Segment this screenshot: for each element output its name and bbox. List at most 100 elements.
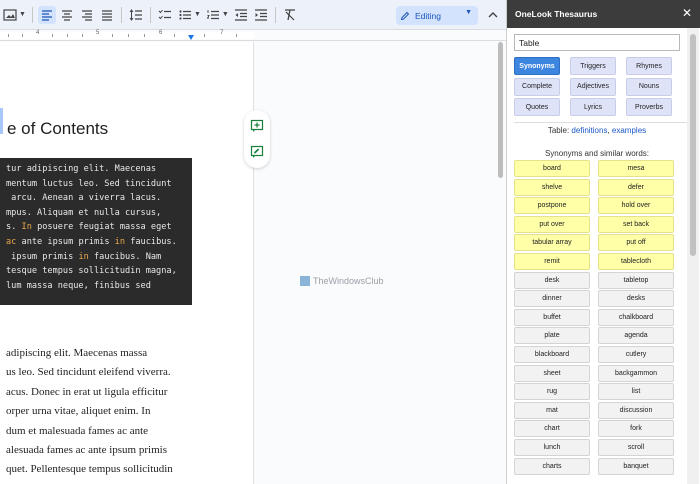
- synonym-word[interactable]: board: [514, 160, 590, 177]
- decrease-indent-icon: [234, 8, 247, 21]
- mode-button-adjectives[interactable]: Adjectives: [570, 77, 616, 96]
- synonym-word[interactable]: charts: [514, 457, 590, 475]
- justify-button[interactable]: [98, 6, 116, 24]
- code-line: lum massa neque, finibus sed: [6, 279, 192, 294]
- synonym-word[interactable]: sheet: [514, 364, 590, 382]
- code-text: mpus. Aliquam et nulla cursus,: [6, 207, 162, 218]
- ruler-tick: [8, 34, 9, 37]
- code-text: tesque tempus sollicitudin magna,: [6, 266, 177, 277]
- mode-button-rhymes[interactable]: Rhymes: [626, 57, 672, 75]
- synonym-word[interactable]: scroll: [598, 439, 674, 456]
- table-links: Table: definitions, examples: [507, 126, 687, 135]
- body-line: adipiscing elit. Maecenas massa: [6, 347, 148, 359]
- examples-link[interactable]: examples: [612, 126, 646, 135]
- code-line: tur adipiscing elit. Maecenas: [6, 162, 192, 177]
- synonym-word[interactable]: plate: [514, 327, 590, 345]
- synonym-word[interactable]: postpone: [514, 197, 590, 215]
- decrease-indent-button[interactable]: [232, 6, 250, 24]
- synonym-word[interactable]: tablecloth: [598, 253, 674, 270]
- chevron-up-icon[interactable]: [486, 8, 500, 22]
- clear-formatting-button[interactable]: [281, 6, 299, 24]
- mode-button-quotes[interactable]: Quotes: [514, 98, 560, 116]
- synonym-word[interactable]: hold over: [598, 197, 674, 215]
- code-text: posuere feugiat massa eget: [31, 222, 172, 233]
- synonyms-title: Synonyms and similar words:: [544, 149, 650, 158]
- synonym-word[interactable]: agenda: [598, 327, 674, 345]
- panel-scrollbar[interactable]: [687, 28, 699, 484]
- numbered-list-button[interactable]: [204, 6, 222, 24]
- chevron-down-icon[interactable]: ▼: [222, 11, 229, 18]
- code-block[interactable]: tur adipiscing elit. Maecenas mentum luct…: [0, 158, 192, 305]
- close-icon[interactable]: ✕: [682, 7, 692, 19]
- document-scrollbar-thumb[interactable]: [498, 42, 503, 178]
- clear-formatting-icon: [284, 8, 295, 20]
- align-left-button[interactable]: [37, 5, 56, 24]
- synonym-word[interactable]: banquet: [598, 457, 674, 475]
- checklist-button[interactable]: [156, 6, 174, 24]
- chevron-down-icon[interactable]: ▼: [194, 11, 201, 18]
- mode-button-triggers[interactable]: Triggers: [570, 57, 616, 75]
- synonym-word[interactable]: dinner: [514, 290, 590, 308]
- synonym-word[interactable]: rug: [514, 383, 590, 401]
- synonym-word[interactable]: mat: [514, 401, 590, 419]
- ruler[interactable]: 4 5 6 7: [0, 30, 506, 41]
- synonym-word[interactable]: fork: [598, 420, 674, 438]
- mode-button-nouns[interactable]: Nouns: [626, 77, 672, 96]
- synonym-word[interactable]: desk: [514, 271, 590, 289]
- increase-indent-button[interactable]: [252, 6, 270, 24]
- insert-image-button[interactable]: [1, 6, 19, 24]
- chevron-down-icon[interactable]: ▼: [19, 11, 26, 18]
- synonym-word[interactable]: tabular array: [514, 234, 590, 252]
- body-text[interactable]: adipiscing elit. Maecenas massa us leo. S…: [6, 344, 254, 480]
- synonym-word[interactable]: list: [598, 383, 674, 401]
- synonym-word[interactable]: set back: [598, 215, 674, 233]
- thesaurus-search-input[interactable]: [514, 34, 680, 51]
- code-line: tesque tempus sollicitudin magna,: [6, 264, 192, 279]
- page-heading[interactable]: e of Contents: [7, 119, 108, 139]
- heading-outline-marker: [0, 108, 3, 134]
- synonym-word[interactable]: desks: [598, 290, 674, 308]
- editing-mode-dropdown[interactable]: Editing ▼: [396, 6, 478, 25]
- panel-scrollbar-thumb[interactable]: [690, 34, 696, 256]
- mode-button-proverbs[interactable]: Proverbs: [626, 98, 672, 116]
- ruler-number: 4: [36, 30, 40, 36]
- synonym-word[interactable]: tabletop: [598, 271, 674, 289]
- synonym-word[interactable]: blackboard: [514, 346, 590, 363]
- document-scrollbar[interactable]: [497, 42, 504, 484]
- synonym-word[interactable]: mesa: [598, 160, 674, 177]
- synonym-word[interactable]: remit: [514, 253, 590, 270]
- synonym-word[interactable]: chalkboard: [598, 308, 674, 326]
- mode-button-lyrics[interactable]: Lyrics: [570, 98, 616, 116]
- synonym-word[interactable]: cutlery: [598, 346, 674, 363]
- indent-marker[interactable]: [188, 35, 194, 40]
- ruler-tick: [236, 34, 237, 37]
- code-text: faucibus. Nam: [88, 251, 162, 262]
- synonym-word[interactable]: discussion: [598, 401, 674, 419]
- synonym-word[interactable]: chart: [514, 420, 590, 438]
- code-text: faucibus.: [125, 236, 177, 247]
- line-spacing-button[interactable]: [127, 6, 145, 24]
- synonym-word[interactable]: defer: [598, 178, 674, 196]
- synonym-word[interactable]: buffet: [514, 308, 590, 326]
- ruler-tick: [67, 34, 68, 37]
- mode-button-synonyms[interactable]: Synonyms: [514, 57, 560, 75]
- bulleted-list-button[interactable]: [176, 6, 194, 24]
- code-line: mentum luctus leo. Sed tincidunt: [6, 177, 192, 192]
- add-comment-icon[interactable]: [250, 119, 264, 133]
- synonym-word[interactable]: backgammon: [598, 364, 674, 382]
- mode-button-complete[interactable]: Complete: [514, 77, 560, 96]
- ruler-tick: [82, 34, 83, 37]
- thesaurus-panel: OneLook Thesaurus ✕ Synonyms Triggers Rhym…: [506, 0, 700, 484]
- code-keyword: ac: [6, 236, 17, 247]
- synonym-word[interactable]: shelve: [514, 178, 590, 196]
- align-right-button[interactable]: [78, 6, 96, 24]
- synonym-word[interactable]: put off: [598, 234, 674, 252]
- ruler-number: 5: [96, 30, 100, 36]
- synonym-word[interactable]: put over: [514, 215, 590, 233]
- definitions-link[interactable]: definitions: [571, 126, 607, 135]
- document-page[interactable]: e of Contents tur adipiscing elit. Maece…: [0, 42, 254, 484]
- synonym-word[interactable]: lunch: [514, 439, 590, 456]
- align-center-icon: [61, 9, 72, 21]
- align-center-button[interactable]: [58, 6, 76, 24]
- suggest-edits-icon[interactable]: [250, 145, 264, 159]
